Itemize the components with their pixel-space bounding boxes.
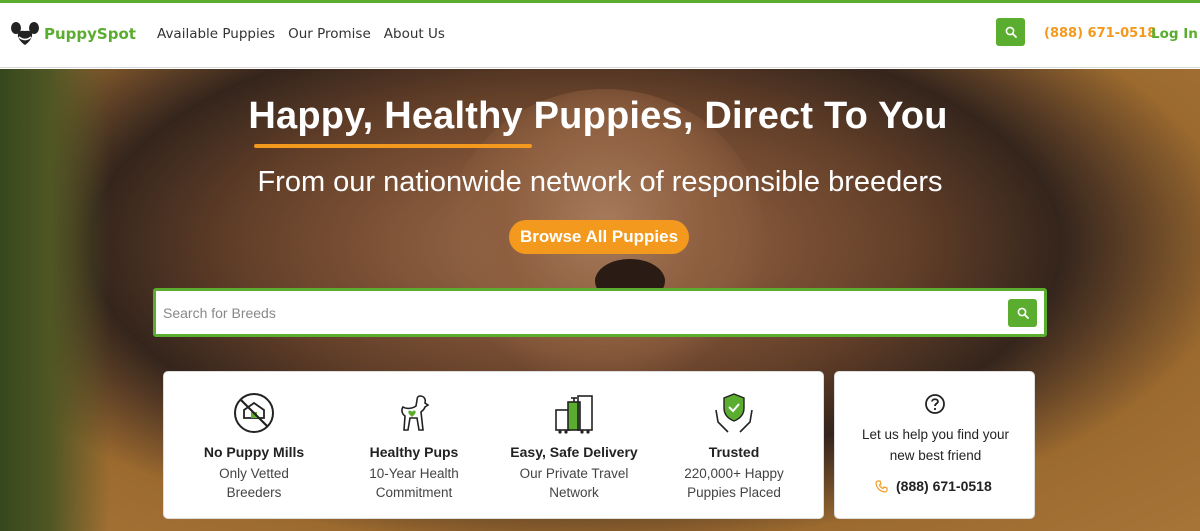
hero-title-wrap: Happy, Healthy Puppies, Direct To You	[0, 95, 1200, 138]
nav-available-puppies[interactable]: Available Puppies	[157, 26, 275, 42]
feature-desc-line: Commitment	[375, 485, 453, 500]
nav-our-promise[interactable]: Our Promise	[288, 26, 371, 42]
features-card: No Puppy Mills Only Vetted Breeders Heal…	[163, 371, 824, 519]
feature-desc-line: 220,000+ Happy	[684, 466, 784, 481]
feature-desc-line: Only Vetted	[219, 466, 289, 481]
breed-search-input[interactable]	[163, 301, 993, 325]
feature-desc: Only Vetted Breeders	[174, 464, 334, 502]
help-phone-number: (888) 671-0518	[896, 478, 992, 494]
luggage-icon	[555, 395, 593, 434]
feature-trusted: Trusted 220,000+ Happy Puppies Placed	[654, 390, 814, 502]
search-icon	[1005, 26, 1017, 38]
phone-icon	[875, 479, 888, 493]
feature-title: Trusted	[708, 444, 760, 460]
feature-title: Healthy Pups	[369, 444, 459, 460]
breed-search-bar	[153, 288, 1047, 337]
feature-desc-line: Our Private Travel	[519, 466, 629, 481]
login-link[interactable]: Log In	[1151, 26, 1198, 42]
breed-search-button[interactable]	[1008, 299, 1037, 327]
feature-no-puppy-mills: No Puppy Mills Only Vetted Breeders	[174, 390, 334, 502]
hero-subtitle: From our nationwide network of responsib…	[257, 166, 943, 198]
feature-safe-delivery: Easy, Safe Delivery Our Private Travel N…	[494, 390, 654, 502]
header-search-button[interactable]	[996, 18, 1025, 46]
feature-desc: 10-Year Health Commitment	[334, 464, 494, 502]
help-text-line: Let us help you find your	[861, 427, 1010, 442]
feature-title: Easy, Safe Delivery	[510, 444, 638, 460]
hero-title-underline	[254, 144, 532, 148]
nav-about-us[interactable]: About Us	[384, 26, 445, 42]
question-icon	[925, 394, 945, 414]
help-text: Let us help you find your new best frien…	[845, 424, 1026, 466]
logo[interactable]: PuppySpot	[10, 21, 136, 47]
header-phone-link[interactable]: (888) 671-0518	[1044, 26, 1156, 41]
help-text-line: new best friend	[889, 448, 982, 463]
healthy-dog-icon	[401, 395, 430, 431]
feature-desc-line: Puppies Placed	[687, 485, 781, 500]
feature-desc: 220,000+ Happy Puppies Placed	[654, 464, 814, 502]
browse-all-puppies-button[interactable]: Browse All Puppies	[509, 220, 689, 254]
help-card: Let us help you find your new best frien…	[834, 371, 1035, 519]
help-phone-link[interactable]: (888) 671-0518	[875, 478, 992, 494]
feature-desc-line: 10-Year Health	[369, 466, 459, 481]
main-nav: Available Puppies Our Promise About Us	[157, 26, 458, 42]
feature-desc-line: Breeders	[226, 485, 282, 500]
feature-desc-line: Network	[549, 485, 599, 500]
feature-desc: Our Private Travel Network	[494, 464, 654, 502]
logo-text: PuppySpot	[44, 25, 136, 43]
feature-title: No Puppy Mills	[203, 444, 305, 460]
no-puppy-mills-icon	[234, 393, 274, 433]
shield-hands-icon	[715, 393, 753, 433]
search-icon	[1017, 307, 1029, 319]
feature-healthy-pups: Healthy Pups 10-Year Health Commitment	[334, 390, 494, 502]
paw-heart-logo-icon	[11, 22, 39, 45]
site-header: PuppySpot Available Puppies Our Promise …	[0, 3, 1200, 68]
hero-title: Happy, Healthy Puppies, Direct To You	[248, 95, 948, 137]
